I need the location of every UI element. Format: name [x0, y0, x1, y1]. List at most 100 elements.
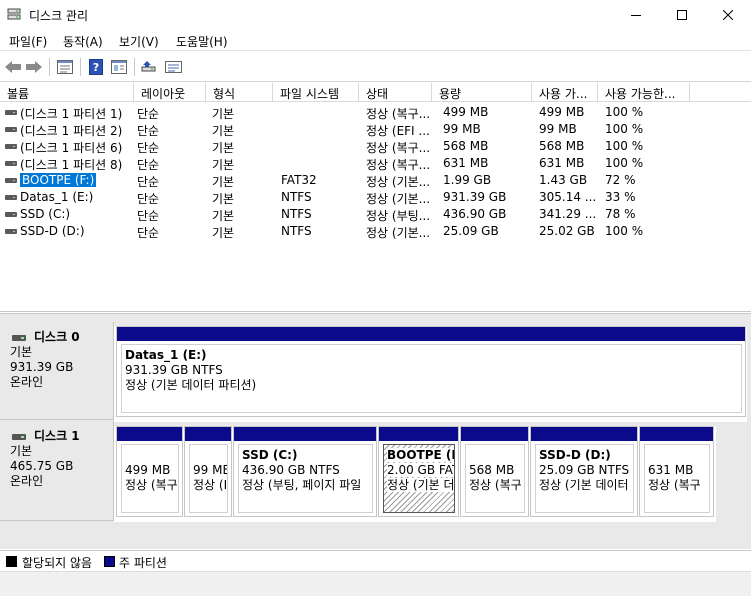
close-button[interactable] [705, 0, 751, 30]
toolbar: ? [0, 52, 751, 82]
partition-block[interactable]: 499 MB 정상 (복구 [116, 426, 183, 517]
volume-layout: 단순 [137, 158, 160, 172]
partition-status: 정상 (기본 데이터 파티션) [125, 378, 257, 392]
menu-file[interactable]: 파일(F) [9, 33, 47, 50]
partition-block-selected[interactable]: BOOTPE (F: 2.00 GB FAT 정상 (기본 더 [378, 426, 459, 517]
toolbar-separator [49, 58, 50, 76]
disk-type: 기본 [10, 444, 33, 458]
help-button[interactable]: ? [86, 57, 106, 77]
volume-type: 기본 [212, 175, 235, 189]
disk-size: 465.75 GB [10, 459, 74, 473]
partition-block[interactable]: SSD-D (D:) 25.09 GB NTFS 정상 (기본 데이터 [530, 426, 638, 517]
volume-type: 기본 [212, 192, 235, 206]
volume-status: 정상 (부팅... [366, 209, 431, 223]
maximize-button[interactable] [659, 0, 705, 30]
forward-icon [26, 61, 42, 73]
partition-block[interactable]: SSD (C:) 436.90 GB NTFS 정상 (부팅, 페이지 파일 [233, 426, 377, 517]
rescan-disks-button[interactable] [140, 57, 160, 77]
column-volume[interactable]: 볼륨 [0, 83, 134, 102]
back-button[interactable] [3, 57, 23, 77]
toolbar-separator [80, 58, 81, 76]
column-percent-free[interactable]: 사용 가능한... [598, 83, 690, 102]
volume-name: SSD-D (D:) [20, 224, 85, 238]
partition-status: 정상 (기본 더 [387, 478, 455, 492]
help-icon: ? [89, 59, 103, 75]
volume-type: 기본 [212, 107, 235, 121]
disk-state: 온라인 [10, 474, 44, 488]
partition-block[interactable]: 99 ME 정상 (I [184, 426, 232, 517]
disk-0-label[interactable]: 디스크 0 기본 931.39 GB 온라인 [0, 322, 114, 420]
volume-percent-free: 100 % [605, 156, 644, 170]
volume-capacity: 436.90 GB [443, 207, 507, 221]
partition-size: 99 ME [193, 463, 228, 477]
volume-layout: 단순 [137, 141, 160, 155]
volume-name: BOOTPE (F:) [20, 173, 132, 187]
list-view-button[interactable] [109, 57, 129, 77]
volume-layout: 단순 [137, 107, 160, 121]
partition-block[interactable]: 568 MB 정상 (복구 [460, 426, 529, 517]
disk-name: 디스크 0 [34, 330, 80, 344]
table-row[interactable]: BOOTPE (F:) 단순 기본 FAT32 정상 (기본... 1.99 GB 1.43… [0, 172, 751, 189]
settings-icon [165, 61, 182, 73]
column-status[interactable]: 상태 [359, 83, 432, 102]
properties-button[interactable] [55, 57, 75, 77]
properties-icon [57, 60, 73, 74]
volume-percent-free: 100 % [605, 224, 644, 238]
back-icon [5, 61, 21, 73]
drive-icon [5, 127, 17, 132]
table-row[interactable]: SSD (C:) 단순 기본 NTFS 정상 (부팅... 436.90 GB 341.29… [0, 206, 751, 223]
legend: 할당되지 않음 주 파티션 [0, 550, 751, 570]
menu-help[interactable]: 도움말(H) [176, 33, 228, 50]
disk-state: 온라인 [10, 375, 44, 389]
toolbar-separator [134, 58, 135, 76]
volume-name: (디스크 1 파티션 1) [20, 107, 123, 121]
partition-block[interactable]: 631 MB 정상 (복구 [639, 426, 714, 517]
partition-size: 2.00 GB FAT [387, 463, 454, 477]
volume-free-space: 568 MB [539, 139, 585, 153]
disk-type: 기본 [10, 345, 33, 359]
settings-button[interactable] [164, 57, 184, 77]
close-icon [723, 10, 733, 20]
volume-layout: 단순 [137, 124, 160, 138]
column-type[interactable]: 형식 [206, 83, 273, 102]
table-row[interactable]: SSD-D (D:) 단순 기본 NTFS 정상 (기본... 25.09 GB 25.02… [0, 223, 751, 240]
partition-block[interactable]: Datas_1 (E:) 931.39 GB NTFS 정상 (기본 데이터 파… [116, 326, 746, 417]
menu-action[interactable]: 동작(A) [63, 33, 103, 50]
table-row[interactable]: (디스크 1 파티션 1) 단순 기본 정상 (복구... 499 MB 499 MB 10… [0, 104, 751, 121]
table-row[interactable]: (디스크 1 파티션 2) 단순 기본 정상 (EFI ... 99 MB 99 MB 10… [0, 121, 751, 138]
volume-type: 기본 [212, 124, 235, 138]
drive-icon [5, 161, 17, 166]
partition-size: 436.90 GB NTFS [242, 463, 340, 477]
volume-capacity: 631 MB [443, 156, 489, 170]
volume-name: Datas_1 (E:) [20, 190, 94, 204]
column-free-space[interactable]: 사용 가... [532, 83, 598, 102]
volume-free-space: 305.14 ... [539, 190, 597, 204]
volume-percent-free: 78 % [605, 207, 636, 221]
column-layout[interactable]: 레이아웃 [134, 83, 206, 102]
table-row[interactable]: Datas_1 (E:) 단순 기본 NTFS 정상 (기본... 931.39 GB 30… [0, 189, 751, 206]
table-row[interactable]: (디스크 1 파티션 8) 단순 기본 정상 (복구... 631 MB 631 MB 10… [0, 155, 751, 172]
column-capacity[interactable]: 용량 [432, 83, 532, 102]
table-row[interactable]: (디스크 1 파티션 6) 단순 기본 정상 (복구... 568 MB 568 MB 10… [0, 138, 751, 155]
legend-unallocated: 할당되지 않음 [22, 556, 93, 570]
volume-capacity: 931.39 GB [443, 190, 507, 204]
partition-size: 931.39 GB NTFS [125, 363, 223, 377]
forward-button[interactable] [24, 57, 44, 77]
menu-view[interactable]: 보기(V) [119, 33, 159, 50]
volume-filesystem: NTFS [281, 207, 312, 221]
drive-icon [5, 110, 17, 115]
minimize-button[interactable] [613, 0, 659, 30]
volume-percent-free: 100 % [605, 139, 644, 153]
status-bar [0, 571, 751, 596]
volume-free-space: 631 MB [539, 156, 585, 170]
column-filesystem[interactable]: 파일 시스템 [273, 83, 359, 102]
partition-size: 499 MB [125, 463, 171, 477]
disk-1-label[interactable]: 디스크 1 기본 465.75 GB 온라인 [0, 421, 114, 521]
partition-size: 568 MB [469, 463, 515, 477]
legend-primary-partition: 주 파티션 [119, 556, 167, 570]
unallocated-swatch [6, 556, 17, 567]
window-title: 디스크 관리 [29, 9, 89, 23]
volume-name: (디스크 1 파티션 8) [20, 158, 123, 172]
partition-title: SSD-D (D:) [539, 448, 611, 462]
menu-bar: 파일(F) 동작(A) 보기(V) 도움말(H) [0, 30, 751, 51]
